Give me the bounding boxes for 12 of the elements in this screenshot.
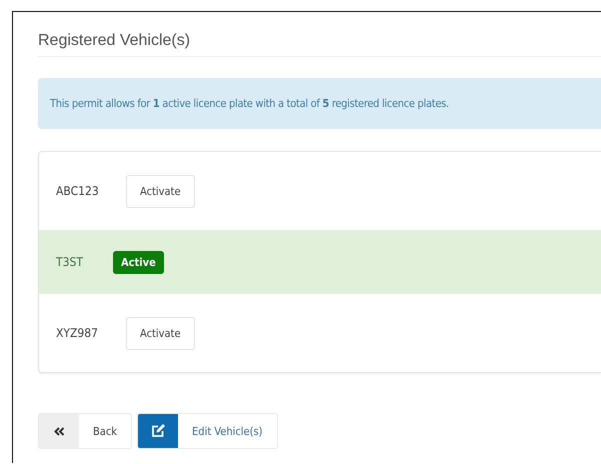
activate-button[interactable]: Activate (126, 174, 195, 208)
edit-icon (151, 424, 166, 438)
section-title: Registered Vehicle(s) (38, 12, 601, 57)
licence-plate: XYZ987 (56, 326, 99, 340)
info-alert: This permit allows for 1 active licence plate with a total of 5 registered licence plates. (38, 78, 601, 129)
licence-plate: T3ST (56, 255, 84, 269)
licence-plate: ABC123 (56, 184, 100, 198)
back-button[interactable]: Back (38, 413, 132, 449)
edit-vehicles-button[interactable]: Edit Vehicle(s) (137, 413, 278, 449)
activate-button[interactable]: Activate (126, 316, 195, 350)
double-chevron-left-icon (54, 426, 64, 436)
active-badge: Active (113, 250, 164, 274)
